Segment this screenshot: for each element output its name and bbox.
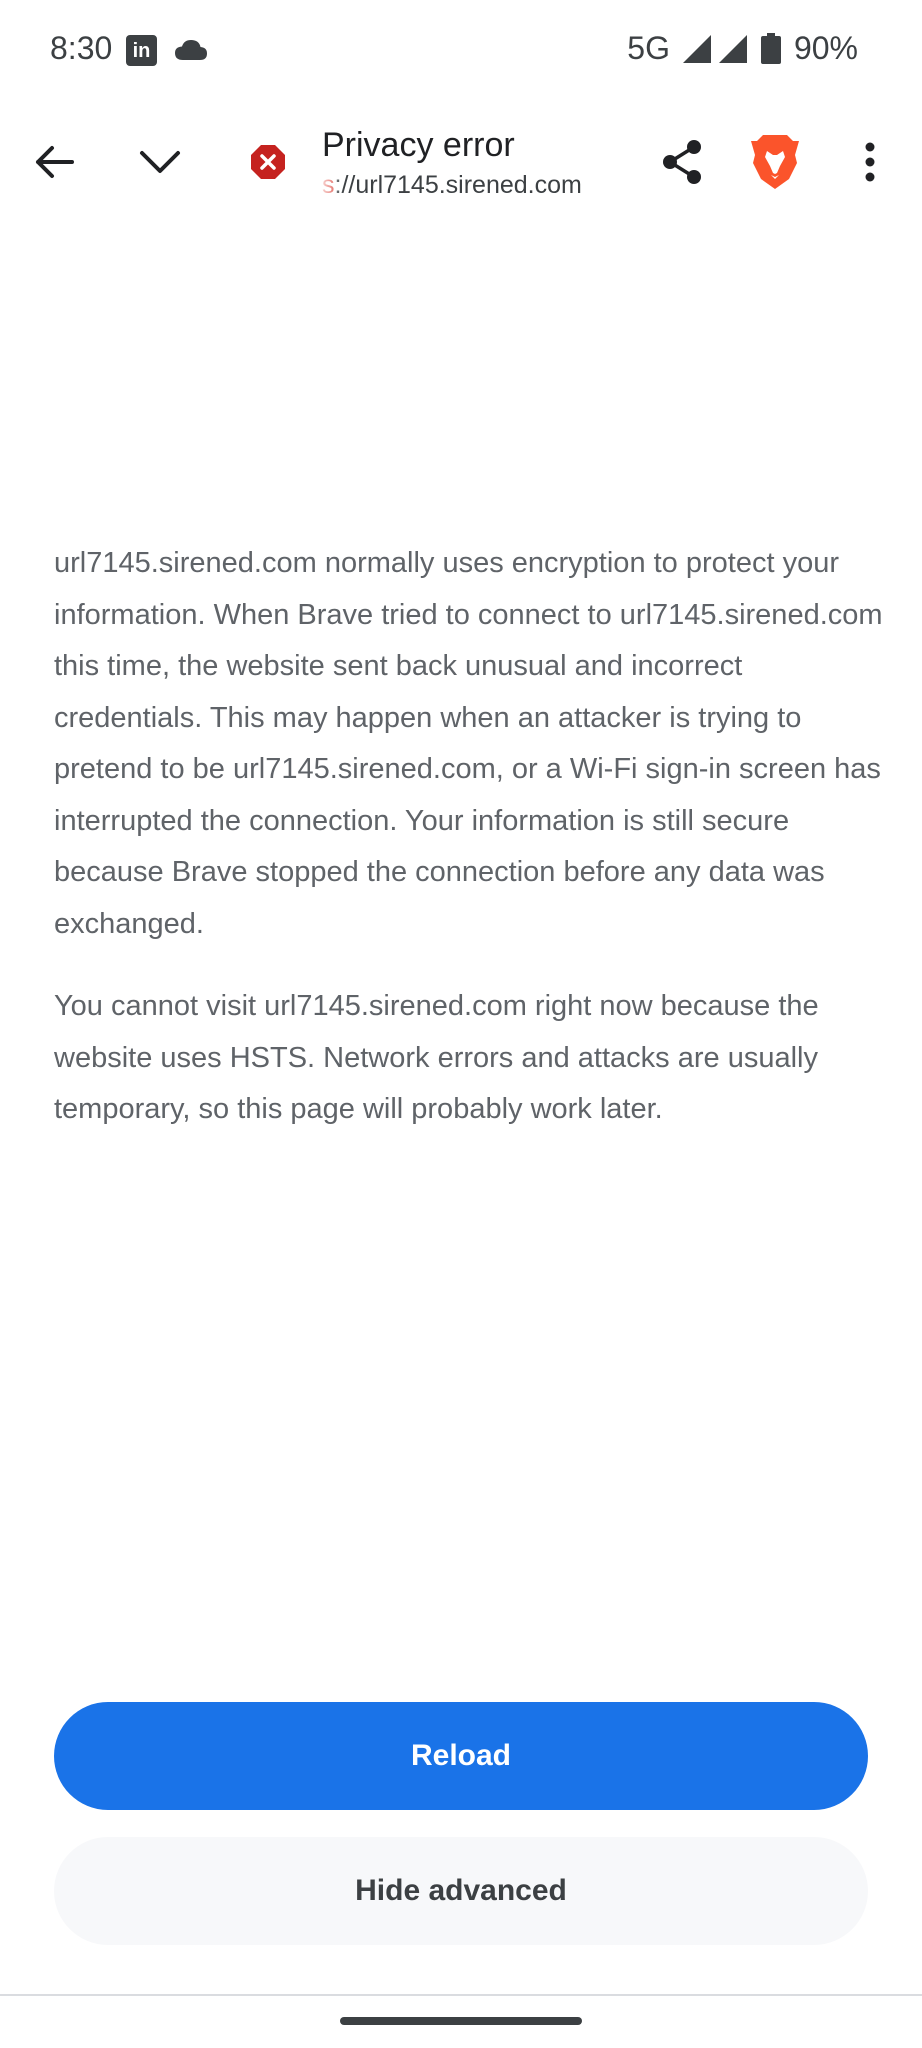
page-url: s://url7145.sirened.com xyxy=(322,171,642,200)
bottom-divider xyxy=(0,1994,922,1996)
title-block[interactable]: Privacy error s://url7145.sirened.com xyxy=(322,126,642,200)
hsts-explanation-paragraph: You cannot visit url7145.sirened.com rig… xyxy=(54,990,819,1125)
privacy-error-page: 8:30 in 5G 90% Privacy error s://url7145… xyxy=(0,0,922,2048)
reload-button[interactable]: Reload xyxy=(54,1702,868,1810)
collapse-button[interactable] xyxy=(130,132,190,192)
cloud-icon xyxy=(174,38,208,67)
chevron-down-icon xyxy=(140,151,180,173)
more-vert-icon xyxy=(865,142,875,182)
url-scheme: s xyxy=(322,171,335,199)
signal-icon xyxy=(718,34,747,63)
brave-shields-button[interactable] xyxy=(742,128,808,196)
battery-icon xyxy=(760,32,781,64)
security-error-icon xyxy=(251,145,285,179)
battery-percent: 90% xyxy=(793,30,858,66)
more-menu-button[interactable] xyxy=(840,132,900,192)
hide-advanced-button[interactable]: Hide advanced xyxy=(54,1837,868,1945)
security-error-button[interactable] xyxy=(248,142,288,182)
share-icon xyxy=(663,140,701,184)
network-type: 5G xyxy=(627,30,670,66)
url-host: ://url7145.sirened.com xyxy=(334,171,582,199)
error-explanation-paragraph: url7145.sirened.com normally uses encryp… xyxy=(54,547,883,940)
signal-icon xyxy=(682,34,711,63)
error-details: url7145.sirened.com normally uses encryp… xyxy=(54,538,884,1167)
page-title: Privacy error xyxy=(322,126,515,164)
back-arrow-icon xyxy=(36,146,74,178)
status-right-group: 5G 90% xyxy=(627,30,858,67)
share-button[interactable] xyxy=(652,132,712,192)
back-button[interactable] xyxy=(24,132,84,192)
browser-toolbar: Privacy error s://url7145.sirened.com xyxy=(0,100,922,228)
status-bar: 8:30 in 5G 90% xyxy=(0,0,922,100)
home-indicator[interactable] xyxy=(340,2017,582,2025)
brave-lion-icon xyxy=(751,135,799,189)
status-time: 8:30 xyxy=(50,30,113,66)
linkedin-icon: in xyxy=(126,35,157,66)
